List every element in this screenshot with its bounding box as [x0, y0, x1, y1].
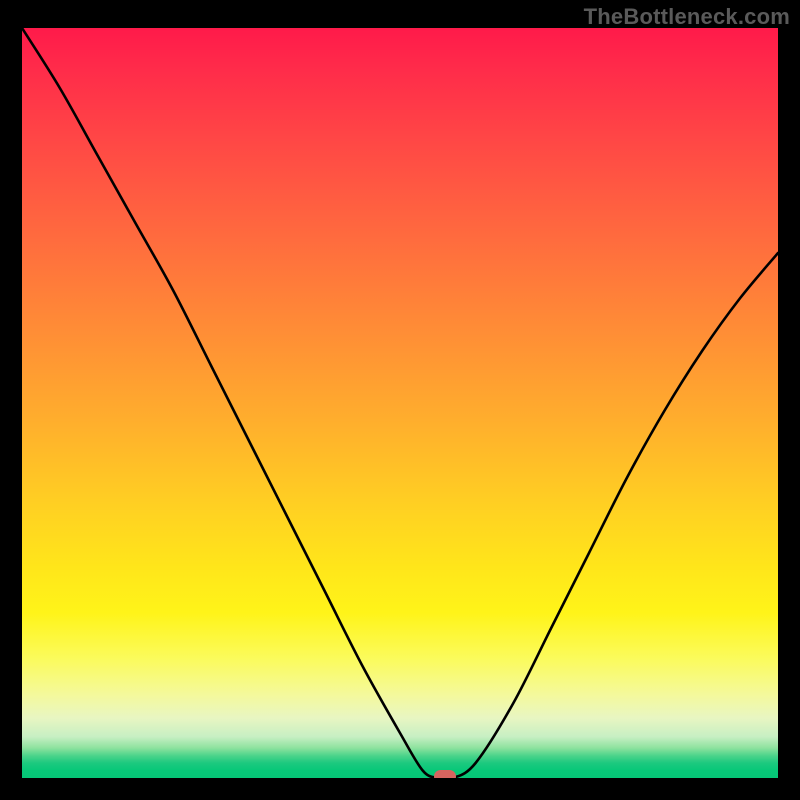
optimum-marker — [434, 770, 456, 778]
bottleneck-curve — [22, 28, 778, 778]
watermark-text: TheBottleneck.com — [584, 4, 790, 30]
curve-overlay — [22, 28, 778, 778]
plot-area — [22, 28, 778, 778]
